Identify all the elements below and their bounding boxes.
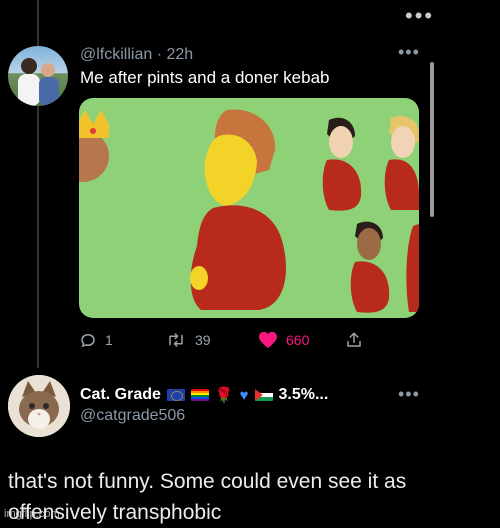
tweet-text: Me after pints and a doner kebab	[80, 68, 330, 87]
retweet-icon	[169, 333, 183, 347]
emoji-illustration	[79, 109, 419, 313]
retweet-action[interactable]: 39	[165, 331, 211, 349]
rose-icon: 🌹	[214, 387, 234, 404]
share-action[interactable]	[345, 331, 363, 349]
top-more-icon[interactable]: •••	[405, 5, 434, 27]
cat-avatar-photo	[8, 375, 70, 437]
reply-icon	[81, 333, 95, 348]
meta-separator: ·	[156, 46, 163, 63]
reply-action[interactable]: 1	[79, 331, 113, 349]
user-handle[interactable]: @lfckillian	[80, 46, 152, 63]
reply-handle[interactable]: @catgrade506	[80, 407, 185, 425]
tweet-more-icon[interactable]: •••	[398, 42, 420, 63]
reply-more-icon[interactable]: •••	[398, 384, 420, 405]
retweet-count: 39	[195, 332, 211, 348]
avatar[interactable]	[8, 46, 68, 106]
tweet-image[interactable]	[79, 98, 419, 318]
display-name: Cat. Grade	[80, 386, 161, 403]
tweet-time[interactable]: 22h	[167, 46, 194, 63]
blue-heart-icon: ♥	[239, 386, 249, 404]
pride-flag-icon	[190, 389, 209, 401]
reply-count: 1	[105, 332, 113, 348]
avatar[interactable]	[8, 375, 70, 437]
reply-display-name[interactable]: Cat. Grade 🌹 ♥ 3.5%...	[80, 386, 328, 404]
scrollbar[interactable]	[430, 62, 434, 217]
name-suffix: 3.5%...	[278, 386, 329, 403]
watermark: imgflip.com	[4, 508, 60, 520]
heart-icon	[259, 331, 277, 349]
avatar-photo	[18, 58, 59, 106]
like-count: 660	[286, 332, 310, 348]
share-icon	[347, 332, 361, 347]
reply-text: that's not funny. Some could even see it…	[8, 470, 407, 524]
palestine-flag-icon	[254, 389, 273, 401]
eu-flag-icon	[166, 389, 185, 401]
tweet-meta: @lfckillian · 22h	[80, 46, 193, 64]
like-action[interactable]: 660	[258, 331, 309, 349]
